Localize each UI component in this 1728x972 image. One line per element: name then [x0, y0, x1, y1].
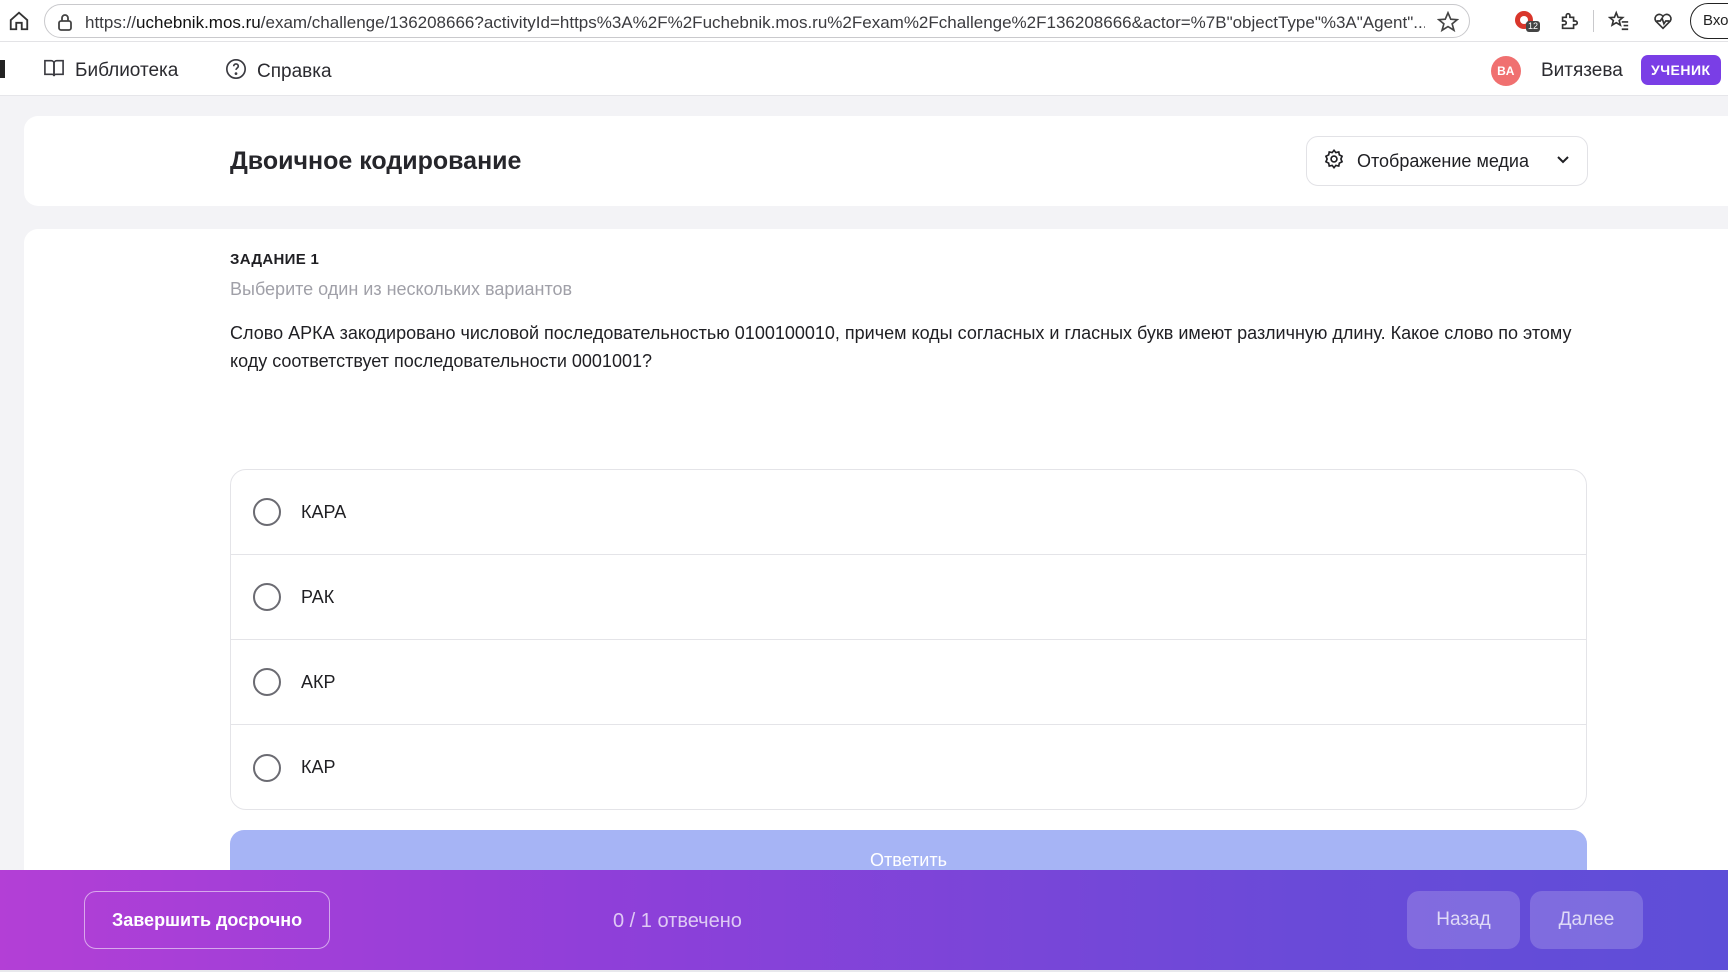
- answer-option[interactable]: РАК: [231, 555, 1586, 640]
- header-card: Двоичное кодирование Отображение медиа: [24, 116, 1728, 206]
- answer-option-label: РАК: [301, 586, 335, 607]
- task-number: ЗАДАНИЕ 1: [230, 251, 320, 268]
- answer-option-label: АКР: [301, 671, 336, 692]
- help-circle-icon: [225, 58, 247, 86]
- book-icon: [43, 58, 65, 84]
- progress-counter: 0 / 1 отвечено: [613, 910, 742, 932]
- task-hint: Выберите один из нескольких вариантов: [230, 279, 573, 299]
- radio-button[interactable]: [253, 498, 281, 526]
- lock-icon[interactable]: [57, 13, 73, 36]
- extension-badge: 12: [1526, 21, 1541, 32]
- address-bar[interactable]: https://uchebnik.mos.ru/exam/challenge/1…: [44, 4, 1470, 38]
- nav-help[interactable]: Справка: [225, 58, 332, 86]
- task-card: ЗАДАНИЕ 1 Выберите один из нескольких ва…: [24, 229, 1728, 972]
- browser-login-button[interactable]: Вхо: [1690, 3, 1728, 39]
- favorites-icon[interactable]: [1606, 8, 1632, 34]
- home-icon[interactable]: [6, 8, 32, 34]
- nav-library-label: Библиотека: [75, 60, 179, 81]
- answer-option-label: КАРА: [301, 501, 347, 522]
- logo-fragment: [0, 60, 5, 78]
- radio-button[interactable]: [253, 753, 281, 782]
- bookmark-star-icon[interactable]: [1436, 10, 1460, 38]
- back-button[interactable]: Назад: [1407, 891, 1520, 949]
- bottom-navigation-bar: Завершить досрочно 0 / 1 отвечено Назад …: [0, 870, 1728, 972]
- radio-button[interactable]: [253, 583, 281, 611]
- browser-toolbar: https://uchebnik.mos.ru/exam/challenge/1…: [0, 0, 1728, 42]
- answer-options: КАРА РАК АКР КАР: [230, 469, 1587, 810]
- finish-early-button[interactable]: Завершить досрочно: [84, 891, 330, 949]
- nav-help-label: Справка: [257, 61, 332, 82]
- answer-option[interactable]: КАР: [231, 725, 1586, 809]
- extensions-puzzle-icon[interactable]: [1556, 8, 1582, 34]
- answer-option[interactable]: АКР: [231, 640, 1586, 725]
- answer-option[interactable]: КАРА: [231, 470, 1586, 555]
- answer-option-label: КАР: [301, 757, 336, 777]
- avatar[interactable]: ВА: [1491, 56, 1521, 86]
- site-navigation: Библиотека Справка ВА Витязева УЧЕНИК: [0, 42, 1728, 96]
- radio-button[interactable]: [253, 668, 281, 696]
- task-question: Слово АРКА закодировано числовой последо…: [230, 323, 1572, 371]
- role-badge: УЧЕНИК: [1641, 55, 1721, 85]
- nav-library[interactable]: Библиотека: [43, 58, 178, 84]
- next-button[interactable]: Далее: [1530, 891, 1643, 949]
- toolbar-divider: [1593, 10, 1594, 32]
- extension-icon[interactable]: 12: [1512, 8, 1541, 34]
- gear-icon: [1323, 148, 1345, 175]
- chevron-down-icon: [1555, 151, 1571, 172]
- health-heart-icon[interactable]: [1650, 8, 1676, 34]
- user-name[interactable]: Витязева: [1541, 60, 1623, 82]
- media-display-label: Отображение медиа: [1357, 150, 1530, 171]
- page-title: Двоичное кодирование: [230, 147, 522, 175]
- media-display-dropdown[interactable]: Отображение медиа: [1306, 136, 1588, 186]
- url-text[interactable]: https://uchebnik.mos.ru/exam/challenge/1…: [85, 13, 1425, 33]
